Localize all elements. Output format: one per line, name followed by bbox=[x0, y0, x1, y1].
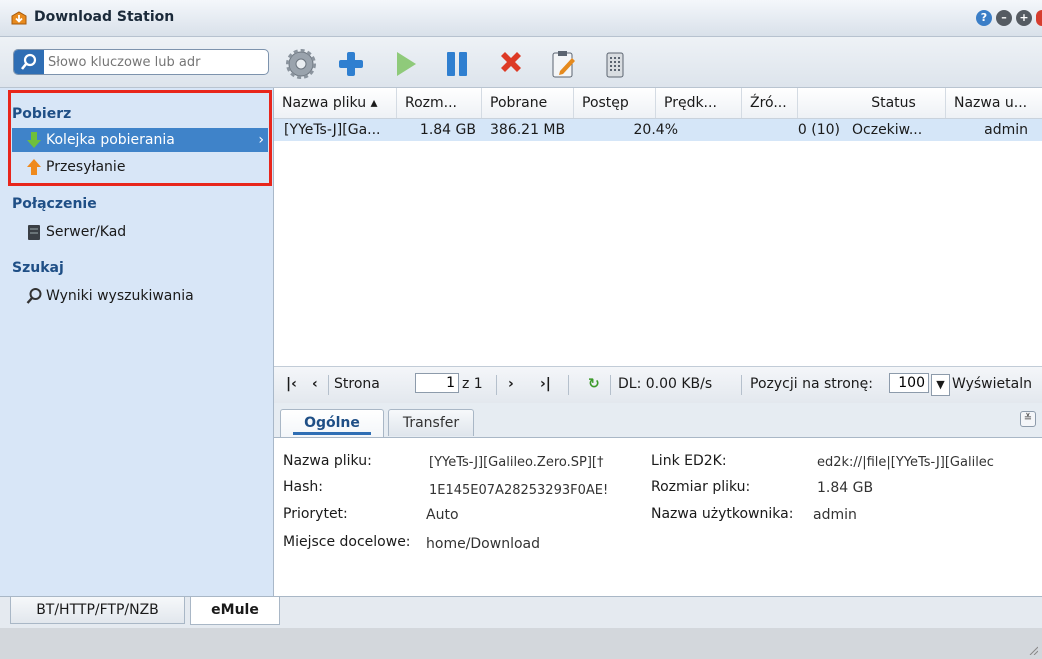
help-icon[interactable]: ? bbox=[976, 10, 992, 26]
highlight-box bbox=[8, 90, 272, 186]
add-icon[interactable] bbox=[334, 47, 368, 81]
priority-value: Auto bbox=[426, 507, 459, 523]
column-header-status[interactable]: Status bbox=[798, 88, 946, 118]
destination-label: Miejsce docelowe: bbox=[283, 534, 411, 550]
pause-icon[interactable] bbox=[440, 47, 474, 81]
toolbar bbox=[0, 37, 1042, 88]
cell-username: admin bbox=[984, 122, 1028, 138]
filename-value: [YYeTs-J][Galileo.Zero.SP][† bbox=[429, 455, 604, 470]
details-tabs: Ogólne Transfer ≚ bbox=[274, 403, 1042, 438]
table-row[interactable]: [YYeTs-J][Ga... 1.84 GB 386.21 MB 20.4% … bbox=[274, 119, 1042, 141]
tab-general[interactable]: Ogólne bbox=[280, 409, 384, 437]
hash-label: Hash: bbox=[283, 479, 323, 495]
file-size-label: Rozmiar pliku: bbox=[651, 479, 751, 495]
sidebar-item-server-kad[interactable]: Serwer/Kad bbox=[12, 220, 268, 244]
divider bbox=[610, 375, 611, 395]
cell-sources: 0 (10) bbox=[797, 122, 840, 138]
collapse-icon[interactable]: ≚ bbox=[1020, 411, 1036, 427]
divider bbox=[741, 375, 742, 395]
divider bbox=[328, 375, 329, 395]
username-label: Nazwa użytkownika: bbox=[651, 506, 794, 522]
magnifier-icon bbox=[26, 288, 42, 304]
details-panel: Ogólne Transfer ≚ Nazwa pliku: [YYeTs-J]… bbox=[274, 403, 1042, 596]
table-header: Nazwa pliku ▴ Rozm... Pobrane Postęp Prę… bbox=[274, 88, 1042, 119]
server-icon bbox=[28, 225, 40, 240]
display-label: Wyświetaln bbox=[952, 376, 1032, 392]
last-page-icon[interactable]: ›| bbox=[540, 376, 551, 392]
next-page-icon[interactable]: › bbox=[508, 376, 514, 392]
page-label: Strona bbox=[334, 376, 380, 392]
chevron-down-icon[interactable]: ▼ bbox=[931, 374, 950, 396]
per-page-label: Pozycji na stronę: bbox=[750, 376, 873, 392]
search-input[interactable] bbox=[48, 52, 264, 72]
priority-label: Priorytet: bbox=[283, 506, 348, 522]
file-size-value: 1.84 GB bbox=[817, 480, 874, 496]
hash-value: 1E145E07A28253293F0AE! bbox=[429, 483, 609, 498]
delete-icon[interactable] bbox=[494, 47, 528, 81]
refresh-icon[interactable]: ↻ bbox=[588, 376, 600, 392]
cell-speed bbox=[656, 119, 742, 141]
group-title-search: Szukaj bbox=[12, 260, 64, 276]
ed2k-link-label: Link ED2K: bbox=[651, 453, 727, 469]
column-header-progress[interactable]: Postęp bbox=[574, 88, 656, 118]
column-header-speed[interactable]: Prędk... bbox=[656, 88, 742, 118]
edit-clipboard-icon[interactable] bbox=[546, 47, 580, 81]
ed2k-link-value: ed2k://|file|[YYeTs-J][Galilec bbox=[817, 455, 994, 470]
tab-transfer[interactable]: Transfer bbox=[388, 409, 474, 436]
window-title: Download Station bbox=[34, 9, 175, 25]
sidebar-item-label: Serwer/Kad bbox=[46, 224, 127, 240]
prev-page-icon[interactable]: ‹ bbox=[312, 376, 318, 392]
divider bbox=[496, 375, 497, 395]
download-speed-label: DL: 0.00 KB/s bbox=[618, 376, 713, 392]
username-value: admin bbox=[813, 507, 857, 523]
page-total-label: z 1 bbox=[462, 376, 483, 392]
sidebar-item-label: Wyniki wyszukiwania bbox=[46, 288, 194, 304]
column-header-filename[interactable]: Nazwa pliku ▴ bbox=[274, 88, 397, 118]
download-queue-table: Nazwa pliku ▴ Rozm... Pobrane Postęp Prę… bbox=[274, 88, 1042, 366]
per-page-select[interactable] bbox=[889, 373, 929, 393]
column-header-downloaded[interactable]: Pobrane bbox=[482, 88, 574, 118]
settings-gear-icon[interactable] bbox=[284, 47, 318, 81]
column-header-size[interactable]: Rozm... bbox=[397, 88, 482, 118]
pagination-bar: |‹ ‹ Strona z 1 › ›| ↻ DL: 0.00 KB/s Poz… bbox=[274, 366, 1042, 404]
maximize-icon[interactable]: + bbox=[1016, 10, 1032, 26]
minimize-icon[interactable]: – bbox=[996, 10, 1012, 26]
clear-completed-icon[interactable] bbox=[598, 47, 632, 81]
cell-downloaded: 386.21 MB bbox=[490, 122, 566, 138]
first-page-icon[interactable]: |‹ bbox=[286, 376, 297, 392]
divider bbox=[568, 375, 569, 395]
destination-value: home/Download bbox=[426, 536, 540, 552]
tab-emule[interactable]: eMule bbox=[190, 597, 280, 625]
close-icon[interactable] bbox=[1036, 10, 1042, 26]
column-header-sources[interactable]: Źró... bbox=[742, 88, 798, 118]
protocol-tabs: BT/HTTP/FTP/NZB eMule bbox=[0, 596, 1042, 629]
status-bar bbox=[0, 628, 1042, 659]
tab-bt-http-ftp-nzb[interactable]: BT/HTTP/FTP/NZB bbox=[10, 597, 185, 624]
page-number-input[interactable] bbox=[415, 373, 459, 393]
sidebar-item-search-results[interactable]: Wyniki wyszukiwania bbox=[12, 284, 268, 308]
search-icon[interactable] bbox=[14, 50, 44, 74]
search-box[interactable] bbox=[13, 49, 269, 75]
cell-status: Oczekiw... bbox=[852, 122, 923, 138]
cell-filename: [YYeTs-J][Ga... bbox=[284, 122, 381, 138]
cell-size: 1.84 GB bbox=[419, 122, 476, 138]
download-station-icon bbox=[11, 11, 27, 25]
group-title-connection: Połączenie bbox=[12, 196, 97, 212]
filename-label: Nazwa pliku: bbox=[283, 453, 372, 469]
title-bar: Download Station ? – + bbox=[0, 0, 1042, 37]
resize-grip-icon[interactable] bbox=[1028, 645, 1038, 655]
resume-play-icon[interactable] bbox=[388, 47, 422, 81]
column-header-username[interactable]: Nazwa u... bbox=[946, 88, 1042, 118]
